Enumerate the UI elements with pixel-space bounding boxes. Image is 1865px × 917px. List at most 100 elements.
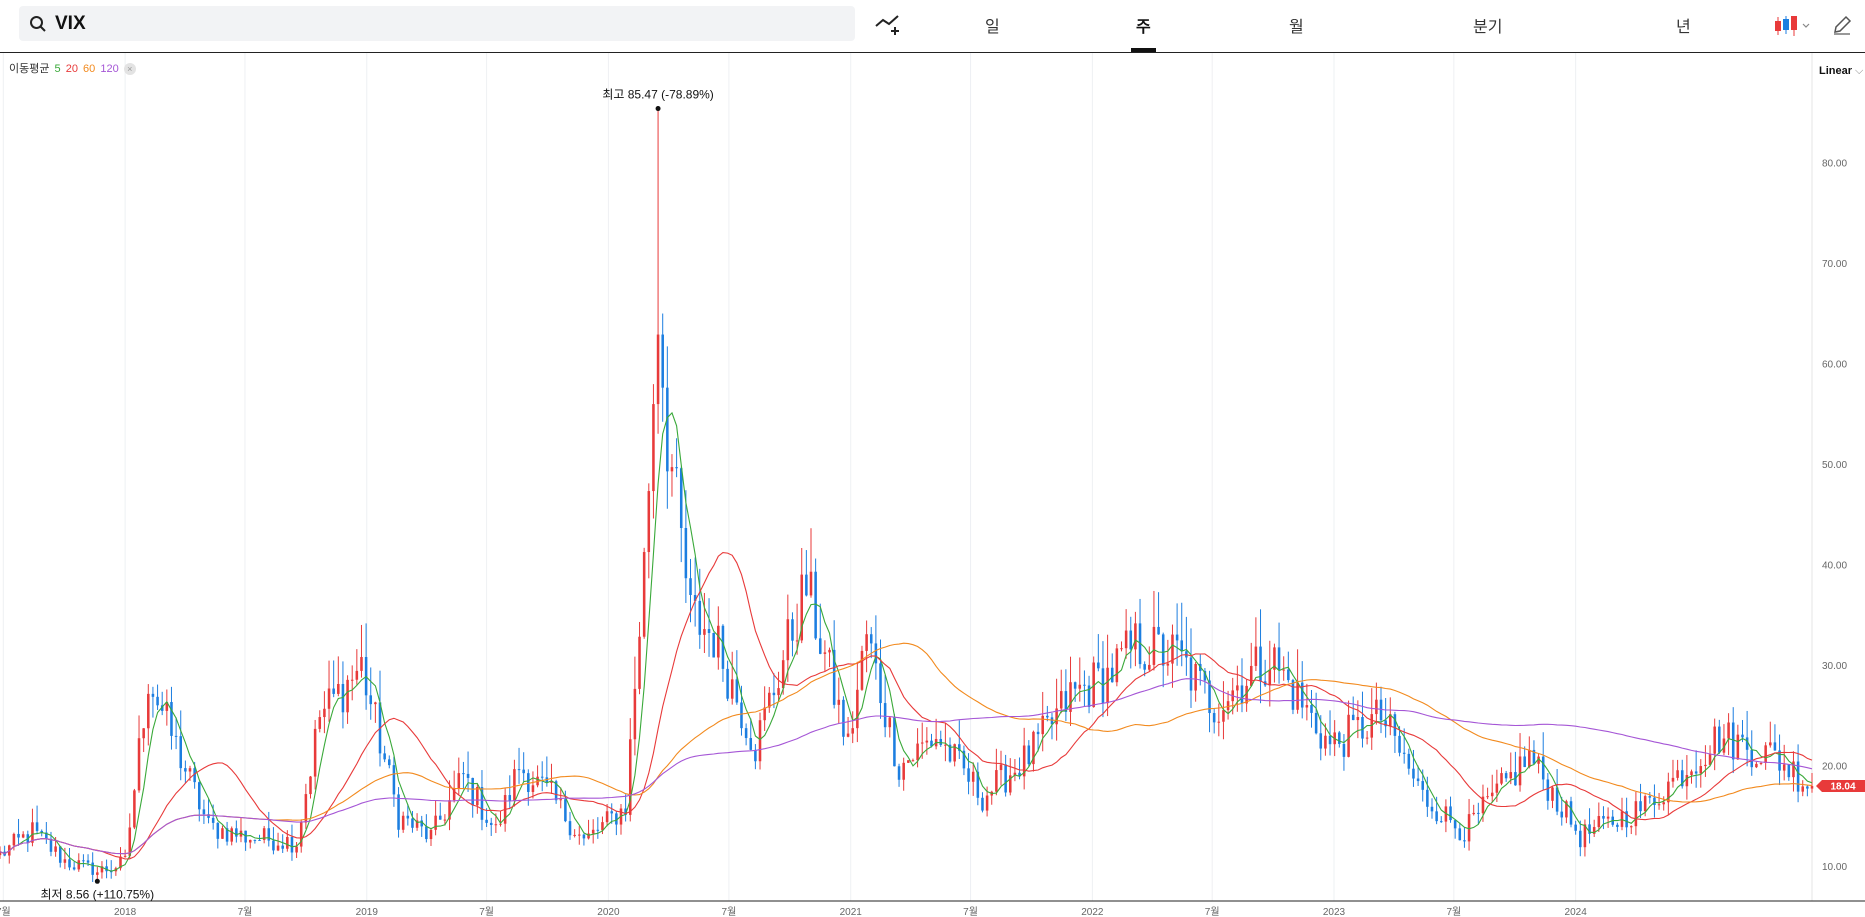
- candle-body: [1528, 749, 1531, 768]
- candle-body: [1602, 816, 1605, 819]
- candle-body: [971, 771, 975, 782]
- x-tick-label: 2023: [1323, 907, 1346, 917]
- candle-body: [684, 528, 688, 579]
- candle-body: [360, 657, 363, 671]
- candle-body: [981, 797, 984, 811]
- chevron-down-icon: ⌵: [1855, 65, 1864, 77]
- candle-body: [869, 634, 873, 644]
- ma-legend: 이동평균 5 20 60 120 ×: [9, 60, 138, 76]
- candle-body: [744, 728, 748, 739]
- candle-body: [179, 736, 183, 769]
- search-input[interactable]: VIX: [55, 13, 86, 35]
- candle-body: [513, 769, 516, 801]
- candle-body: [689, 578, 692, 596]
- candle-body: [749, 738, 753, 750]
- candle-body: [916, 743, 919, 761]
- tab-daily[interactable]: 일: [985, 13, 1000, 37]
- candle-body: [1347, 714, 1350, 757]
- candle-body: [1120, 648, 1123, 650]
- candle-body: [1157, 626, 1160, 635]
- candle-body: [1699, 766, 1703, 774]
- candle-body: [1426, 789, 1429, 807]
- search-bar[interactable]: VIX: [19, 6, 855, 41]
- candle-body: [1161, 634, 1165, 666]
- candle-body: [856, 689, 859, 729]
- pencil-icon[interactable]: [1831, 14, 1853, 36]
- candle-body: [401, 815, 405, 830]
- tab-yearly[interactable]: 년: [1676, 13, 1691, 37]
- candle-body: [656, 334, 660, 405]
- tab-quarterly[interactable]: 분기: [1473, 13, 1502, 37]
- candle-body: [1490, 792, 1494, 797]
- candle-body: [1324, 735, 1327, 749]
- candle-body: [675, 467, 678, 469]
- candle-body: [374, 702, 377, 705]
- candle-body: [925, 740, 929, 743]
- candle-body: [54, 846, 57, 852]
- candle-body: [652, 404, 655, 492]
- candle-body: [1134, 623, 1137, 650]
- search-icon: [30, 16, 46, 32]
- candle-body: [1727, 722, 1730, 739]
- candle-body: [86, 860, 90, 863]
- candle-body: [1504, 773, 1508, 779]
- candle-body: [735, 679, 739, 703]
- candle-body: [1268, 669, 1272, 686]
- candle-body: [1518, 756, 1522, 786]
- candle-body: [754, 749, 757, 762]
- candle-body: [967, 768, 970, 782]
- candle-body: [1046, 715, 1049, 718]
- candle-body: [489, 822, 493, 825]
- candle-body: [865, 634, 868, 651]
- candle-body: [666, 387, 669, 472]
- candle-body: [508, 795, 512, 801]
- candle-body: [1148, 664, 1151, 670]
- price-chart[interactable]: 10.00 20.00 30.00 40.00 50.00 60.00 70.00 80.00…: [0, 53, 1865, 917]
- indicator-add-icon[interactable]: [874, 12, 902, 36]
- candle-body: [1212, 713, 1216, 723]
- x-tick-label: 2018: [114, 907, 137, 917]
- candle-body: [1036, 731, 1040, 735]
- candle-body: [809, 571, 813, 596]
- candle-body: [642, 552, 646, 637]
- y-tick-label: 40.00: [1822, 560, 1847, 571]
- candle-body: [1718, 726, 1721, 753]
- candle-body: [726, 668, 729, 699]
- candle-body: [540, 776, 544, 778]
- top-toolbar: VIX 일 주 월 분기 년: [0, 0, 1865, 53]
- candle-body: [1657, 804, 1661, 806]
- candle-type-icon[interactable]: [1772, 14, 1812, 38]
- candle-body: [1662, 802, 1665, 805]
- ma20-line: [0, 552, 1813, 860]
- candle-body: [995, 770, 998, 792]
- candle-body: [170, 702, 173, 736]
- last-price-label: 18.04: [1830, 782, 1855, 793]
- candle-body: [309, 776, 312, 795]
- candle-body: [1653, 797, 1656, 805]
- candle-body: [883, 703, 887, 728]
- tab-weekly[interactable]: 주: [1136, 13, 1151, 37]
- scale-mode-selector[interactable]: Linear ⌵: [1819, 65, 1863, 78]
- candle-body: [1477, 812, 1480, 814]
- candle-body: [605, 811, 609, 823]
- candle-body: [897, 766, 901, 780]
- candle-body: [142, 728, 145, 739]
- candle-body: [1342, 743, 1346, 757]
- candle-body: [1328, 735, 1332, 745]
- candle-body: [1041, 715, 1044, 735]
- candle-body: [1769, 742, 1772, 746]
- candle-body: [77, 860, 81, 870]
- candle-body: [1486, 796, 1489, 798]
- close-icon[interactable]: ×: [123, 63, 136, 76]
- candle-body: [1755, 763, 1758, 768]
- candle-body: [1254, 646, 1258, 666]
- candle-body: [1676, 770, 1679, 778]
- candle-body: [1305, 705, 1309, 708]
- candle-body: [295, 846, 298, 853]
- tab-monthly[interactable]: 월: [1289, 13, 1304, 37]
- candle-body: [230, 828, 233, 842]
- candle-body: [1523, 756, 1526, 768]
- candle-body: [1319, 733, 1323, 749]
- candle-body: [568, 821, 572, 836]
- candle-body: [1073, 682, 1077, 689]
